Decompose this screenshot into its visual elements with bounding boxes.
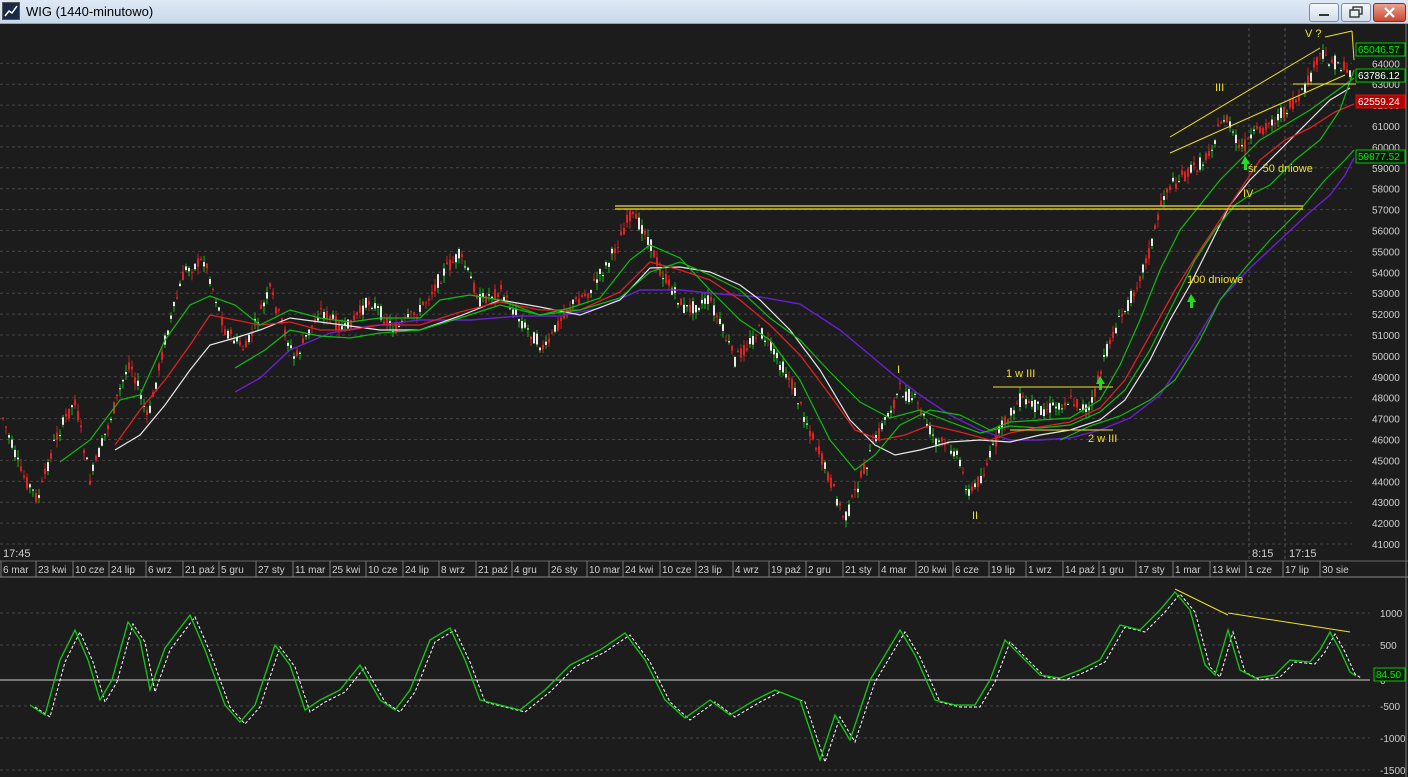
label-ma100: 100 dniowe bbox=[1187, 274, 1243, 286]
price-tick-label: 49000 bbox=[1372, 373, 1400, 384]
date-tick-label: 26 sty bbox=[551, 565, 578, 576]
date-tick-label: 1 cze bbox=[1248, 565, 1272, 576]
time-label-2: 17:15 bbox=[1289, 548, 1317, 560]
date-tick-label: 30 sie bbox=[1322, 565, 1349, 576]
oscillator-tick-label: -1500 bbox=[1380, 766, 1406, 777]
price-badge-2: 63786.12 bbox=[1355, 68, 1406, 83]
wave-label-III: III bbox=[1215, 82, 1224, 94]
close-icon bbox=[1384, 7, 1395, 18]
minimize-icon bbox=[1319, 14, 1329, 16]
date-tick-label: 1 mar bbox=[1175, 565, 1201, 576]
date-tick-label: 1 gru bbox=[1101, 565, 1124, 576]
date-tick-label: 14 paź bbox=[1065, 565, 1095, 576]
maximize-button[interactable] bbox=[1341, 3, 1371, 22]
price-tick-label: 53000 bbox=[1372, 289, 1400, 300]
oscillator-badge: 84.50 bbox=[1373, 667, 1406, 682]
date-tick-label: 27 sty bbox=[258, 565, 285, 576]
date-tick-label: 21 sty bbox=[845, 565, 872, 576]
date-tick-label: 20 kwi bbox=[918, 565, 946, 576]
date-tick-label: 24 lip bbox=[405, 565, 429, 576]
oscillator-panel[interactable] bbox=[0, 578, 1408, 777]
price-tick-label: 45000 bbox=[1372, 456, 1400, 467]
close-button[interactable] bbox=[1373, 3, 1406, 22]
minimize-button[interactable] bbox=[1309, 3, 1339, 22]
price-tick-label: 48000 bbox=[1372, 394, 1400, 405]
date-tick-label: 4 wrz bbox=[735, 565, 759, 576]
date-tick-label: 24 lip bbox=[111, 565, 135, 576]
date-tick-label: 10 cze bbox=[75, 565, 105, 576]
date-tick-label: 19 paź bbox=[771, 565, 801, 576]
wave-label-II: II bbox=[972, 510, 978, 522]
date-tick-label: 21 paź bbox=[185, 565, 215, 576]
price-tick-label: 50000 bbox=[1372, 352, 1400, 363]
date-tick-label: 10 cze bbox=[662, 565, 692, 576]
price-tick-label: 43000 bbox=[1372, 498, 1400, 509]
app-icon bbox=[2, 2, 20, 20]
date-tick-label: 11 mar bbox=[295, 565, 326, 576]
title-bar[interactable]: WIG (1440-minutowo) bbox=[0, 0, 1408, 24]
date-tick-label: 6 wrz bbox=[148, 565, 172, 576]
oscillator-tick-label: 500 bbox=[1380, 641, 1397, 652]
label-1-w-III: 1 w III bbox=[1006, 368, 1035, 380]
label-2-w-III: 2 w III bbox=[1088, 433, 1117, 445]
price-badge-1: 65046.57 bbox=[1355, 42, 1406, 57]
price-badge-4: 59877.52 bbox=[1355, 149, 1406, 164]
wave-label-IV: IV bbox=[1243, 188, 1254, 200]
oscillator-tick-label: 1000 bbox=[1380, 609, 1403, 620]
date-tick-label: 25 kwi bbox=[332, 565, 360, 576]
date-tick-label: 21 paź bbox=[478, 565, 508, 576]
price-tick-label: 46000 bbox=[1372, 436, 1400, 447]
price-tick-label: 58000 bbox=[1372, 185, 1400, 196]
price-tick-label: 47000 bbox=[1372, 415, 1400, 426]
date-tick-label: 8 wrz bbox=[441, 565, 465, 576]
label-ma50: śr. 50 dniowe bbox=[1248, 163, 1313, 175]
date-tick-label: 24 kwi bbox=[625, 565, 653, 576]
time-label-1: 8:15 bbox=[1252, 548, 1273, 560]
price-tick-label: 41000 bbox=[1372, 540, 1400, 551]
svg-text:84.50: 84.50 bbox=[1376, 670, 1401, 681]
price-tick-label: 42000 bbox=[1372, 519, 1400, 530]
date-tick-label: 13 kwi bbox=[1212, 565, 1240, 576]
date-tick-label: 10 cze bbox=[368, 565, 398, 576]
svg-text:65046.57: 65046.57 bbox=[1358, 45, 1400, 56]
date-tick-label: 4 gru bbox=[514, 565, 537, 576]
window-title: WIG (1440-minutowo) bbox=[26, 4, 154, 19]
date-tick-label: 23 lip bbox=[698, 565, 722, 576]
price-tick-label: 44000 bbox=[1372, 477, 1400, 488]
date-tick-label: 17 sty bbox=[1138, 565, 1165, 576]
date-tick-label: 1 wrz bbox=[1028, 565, 1052, 576]
svg-text:63786.12: 63786.12 bbox=[1358, 71, 1400, 82]
wave-label-V: V ? bbox=[1305, 28, 1322, 40]
price-tick-label: 54000 bbox=[1372, 268, 1400, 279]
svg-text:62559.24: 62559.24 bbox=[1358, 97, 1400, 108]
chart-window: WIG (1440-minutowo) 41000 42000 43000 44000… bbox=[0, 0, 1408, 777]
price-badge-3: 62559.24 bbox=[1355, 94, 1406, 109]
svg-text:59877.52: 59877.52 bbox=[1358, 152, 1400, 163]
date-tick-label: 6 mar bbox=[3, 565, 29, 576]
time-label-left: 17:45 bbox=[3, 548, 31, 560]
price-tick-label: 52000 bbox=[1372, 310, 1400, 321]
date-tick-label: 23 kwi bbox=[38, 565, 66, 576]
price-tick-label: 59000 bbox=[1372, 164, 1400, 175]
price-tick-label: 57000 bbox=[1372, 206, 1400, 217]
date-tick-label: 2 gru bbox=[808, 565, 831, 576]
date-tick-label: 10 mar bbox=[589, 565, 621, 576]
wave-label-I: I bbox=[897, 364, 900, 376]
price-tick-label: 55000 bbox=[1372, 247, 1400, 258]
date-tick-label: 5 gru bbox=[221, 565, 244, 576]
price-tick-label: 56000 bbox=[1372, 227, 1400, 238]
price-tick-label: 51000 bbox=[1372, 331, 1400, 342]
oscillator-tick-label: -1000 bbox=[1380, 734, 1406, 745]
oscillator-tick-label: -500 bbox=[1380, 702, 1400, 713]
price-tick-label: 61000 bbox=[1372, 122, 1400, 133]
chart-canvas[interactable]: 41000 42000 43000 44000 45000 46000 47000 48000… bbox=[0, 24, 1408, 777]
restore-icon bbox=[1349, 6, 1363, 18]
date-tick-label: 19 lip bbox=[991, 565, 1015, 576]
date-tick-label: 17 lip bbox=[1285, 565, 1309, 576]
date-tick-label: 6 cze bbox=[955, 565, 979, 576]
date-tick-label: 4 mar bbox=[881, 565, 907, 576]
